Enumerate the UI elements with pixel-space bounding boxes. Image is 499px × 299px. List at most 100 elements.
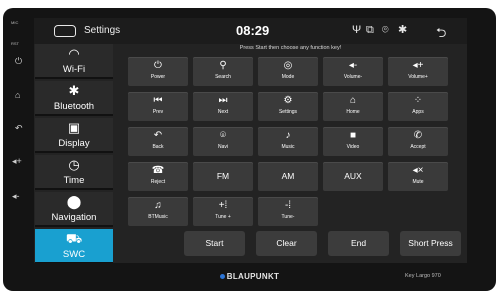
key-label: Accept: [410, 144, 426, 150]
sidebar-item-label: Wi-Fi: [62, 64, 86, 75]
volume-icon: ◂-: [348, 60, 358, 71]
key-label: Home: [346, 109, 360, 115]
back-hw-icon[interactable]: ↶: [15, 123, 23, 133]
sidebar-item-wifi[interactable]: ◠ Wi-Fi: [35, 44, 113, 79]
video-icon: ■: [349, 130, 357, 141]
power-icon: ⏻: [154, 60, 162, 71]
mode-icon: ◎: [283, 60, 293, 71]
hardware-button-strip: MIC RST ⏻ ⌂ ↶ ◂+ ◂-: [3, 8, 33, 291]
key-volume[interactable]: ◂- Volume-: [323, 57, 383, 86]
key-mute[interactable]: ◂× Mute: [388, 162, 448, 191]
sidebar-item-navigation[interactable]: ⬤ Navigation: [35, 192, 113, 227]
key-tune[interactable]: +⁞ Tune +: [193, 197, 253, 226]
home-icon[interactable]: [54, 25, 76, 37]
sidebar-item-label: Bluetooth: [53, 101, 95, 112]
key-fm[interactable]: FM: [193, 162, 253, 191]
accept-icon: ✆: [413, 130, 423, 141]
display-icon: ▣: [67, 120, 81, 135]
volume-icon: ◂+: [412, 60, 424, 71]
key-label: Music: [281, 144, 295, 150]
key-aux[interactable]: AUX: [323, 162, 383, 191]
key-home[interactable]: ⌂ Home: [323, 92, 383, 121]
key-label: Volume+: [408, 74, 428, 80]
wifi-icon: ◠: [68, 46, 80, 61]
key-label: AM: [281, 171, 295, 181]
key-label: Next: [217, 109, 229, 115]
mute-icon: ◂×: [412, 165, 424, 176]
key-label: Tune +: [215, 214, 231, 220]
tune-icon: +⁞: [218, 200, 228, 211]
key-volume[interactable]: ◂+ Volume+: [388, 57, 448, 86]
instruction-text: Press Start then choose any function key…: [239, 45, 342, 51]
key-mode[interactable]: ◎ Mode: [258, 57, 318, 86]
display-screen: Settings 08:29 Ψ ⧉ ⌾ ✱ ⮌ ◠ Wi-Fi ✱ Bluet…: [34, 18, 467, 263]
prev-icon: ⏮: [153, 95, 163, 106]
steering-car-icon: ⛟: [65, 231, 83, 246]
volume-up-hw-icon[interactable]: ◂+: [12, 156, 22, 166]
power-hw-icon[interactable]: ⏻: [15, 56, 22, 66]
clear-button[interactable]: Clear: [256, 231, 317, 256]
key-apps[interactable]: ⁘ Apps: [388, 92, 448, 121]
key-label: Mute: [412, 179, 424, 185]
sidebar-item-label: SWC: [62, 249, 86, 260]
clock-icon: ◷: [68, 157, 80, 172]
brand-dot-icon: [219, 274, 225, 280]
brand-name: BLAUPUNKT: [226, 272, 280, 281]
key-accept[interactable]: ✆ Accept: [388, 127, 448, 156]
key-label: Apps: [412, 109, 424, 115]
key-video[interactable]: ■ Video: [323, 127, 383, 156]
music-icon: ♪: [285, 130, 291, 141]
status-bar: Settings 08:29 Ψ ⧉ ⌾ ✱ ⮌: [34, 18, 467, 44]
start-button[interactable]: Start: [184, 231, 245, 256]
search-icon: ⚲: [219, 60, 227, 71]
rst-label[interactable]: RST: [11, 41, 19, 46]
sidebar-item-label: Display: [58, 138, 90, 149]
volume-down-hw-icon[interactable]: ◂-: [12, 191, 20, 201]
key-navi[interactable]: ⌾ Navi: [193, 127, 253, 156]
key-label: Tune-: [281, 214, 295, 220]
back-arrow-icon[interactable]: ⮌: [436, 24, 446, 46]
next-icon: ⏭: [218, 95, 228, 106]
key-label: Settings: [278, 109, 298, 115]
sidebar-item-time[interactable]: ◷ Time: [35, 155, 113, 190]
key-settings[interactable]: ⚙ Settings: [258, 92, 318, 121]
settings-sidebar: ◠ Wi-Fi ✱ Bluetooth ▣ Display ◷ Time ⬤ N…: [34, 44, 114, 263]
key-label: Prev: [152, 109, 164, 115]
sidebar-item-swc[interactable]: ⛟ SWC: [35, 229, 113, 263]
key-prev[interactable]: ⏮ Prev: [128, 92, 188, 121]
key-next[interactable]: ⏭ Next: [193, 92, 253, 121]
key-label: Navi: [217, 144, 228, 150]
back-icon: ↶: [153, 130, 163, 141]
location-icon: ⌾: [382, 24, 389, 36]
sidebar-item-bluetooth[interactable]: ✱ Bluetooth: [35, 81, 113, 116]
key-btmusic[interactable]: ♫ BTMusic: [128, 197, 188, 226]
key-music[interactable]: ♪ Music: [258, 127, 318, 156]
end-button[interactable]: End: [328, 231, 389, 256]
key-label: Mode: [281, 74, 295, 80]
page-title: Settings: [84, 25, 121, 36]
usb-icon: Ψ: [352, 24, 362, 36]
key-tune[interactable]: -⁞ Tune-: [258, 197, 318, 226]
sidebar-item-display[interactable]: ▣ Display: [35, 118, 113, 153]
key-am[interactable]: AM: [258, 162, 318, 191]
sidebar-item-label: Navigation: [51, 212, 97, 223]
btmusic-icon: ♫: [154, 200, 162, 211]
key-power[interactable]: ⏻ Power: [128, 57, 188, 86]
clock-time: 08:29: [236, 23, 270, 38]
bluetooth-icon: ✱: [68, 83, 80, 98]
key-label: AUX: [344, 171, 362, 181]
key-label: Reject: [150, 179, 166, 185]
key-label: Back: [152, 144, 164, 150]
key-reject[interactable]: ☎ Reject: [128, 162, 188, 191]
key-search[interactable]: ⚲ Search: [193, 57, 253, 86]
location-pin-icon: ⬤: [66, 194, 82, 209]
short-press-button[interactable]: Short Press: [400, 231, 461, 256]
key-label: Search: [215, 74, 231, 80]
home-hw-icon[interactable]: ⌂: [15, 90, 20, 100]
key-label: Power: [150, 74, 166, 80]
model-name: Key Largo 970: [405, 273, 441, 279]
apps-icon: ⁘: [413, 95, 423, 106]
settings-icon: ⚙: [283, 95, 293, 106]
sidebar-item-label: Time: [63, 175, 85, 186]
key-back[interactable]: ↶ Back: [128, 127, 188, 156]
